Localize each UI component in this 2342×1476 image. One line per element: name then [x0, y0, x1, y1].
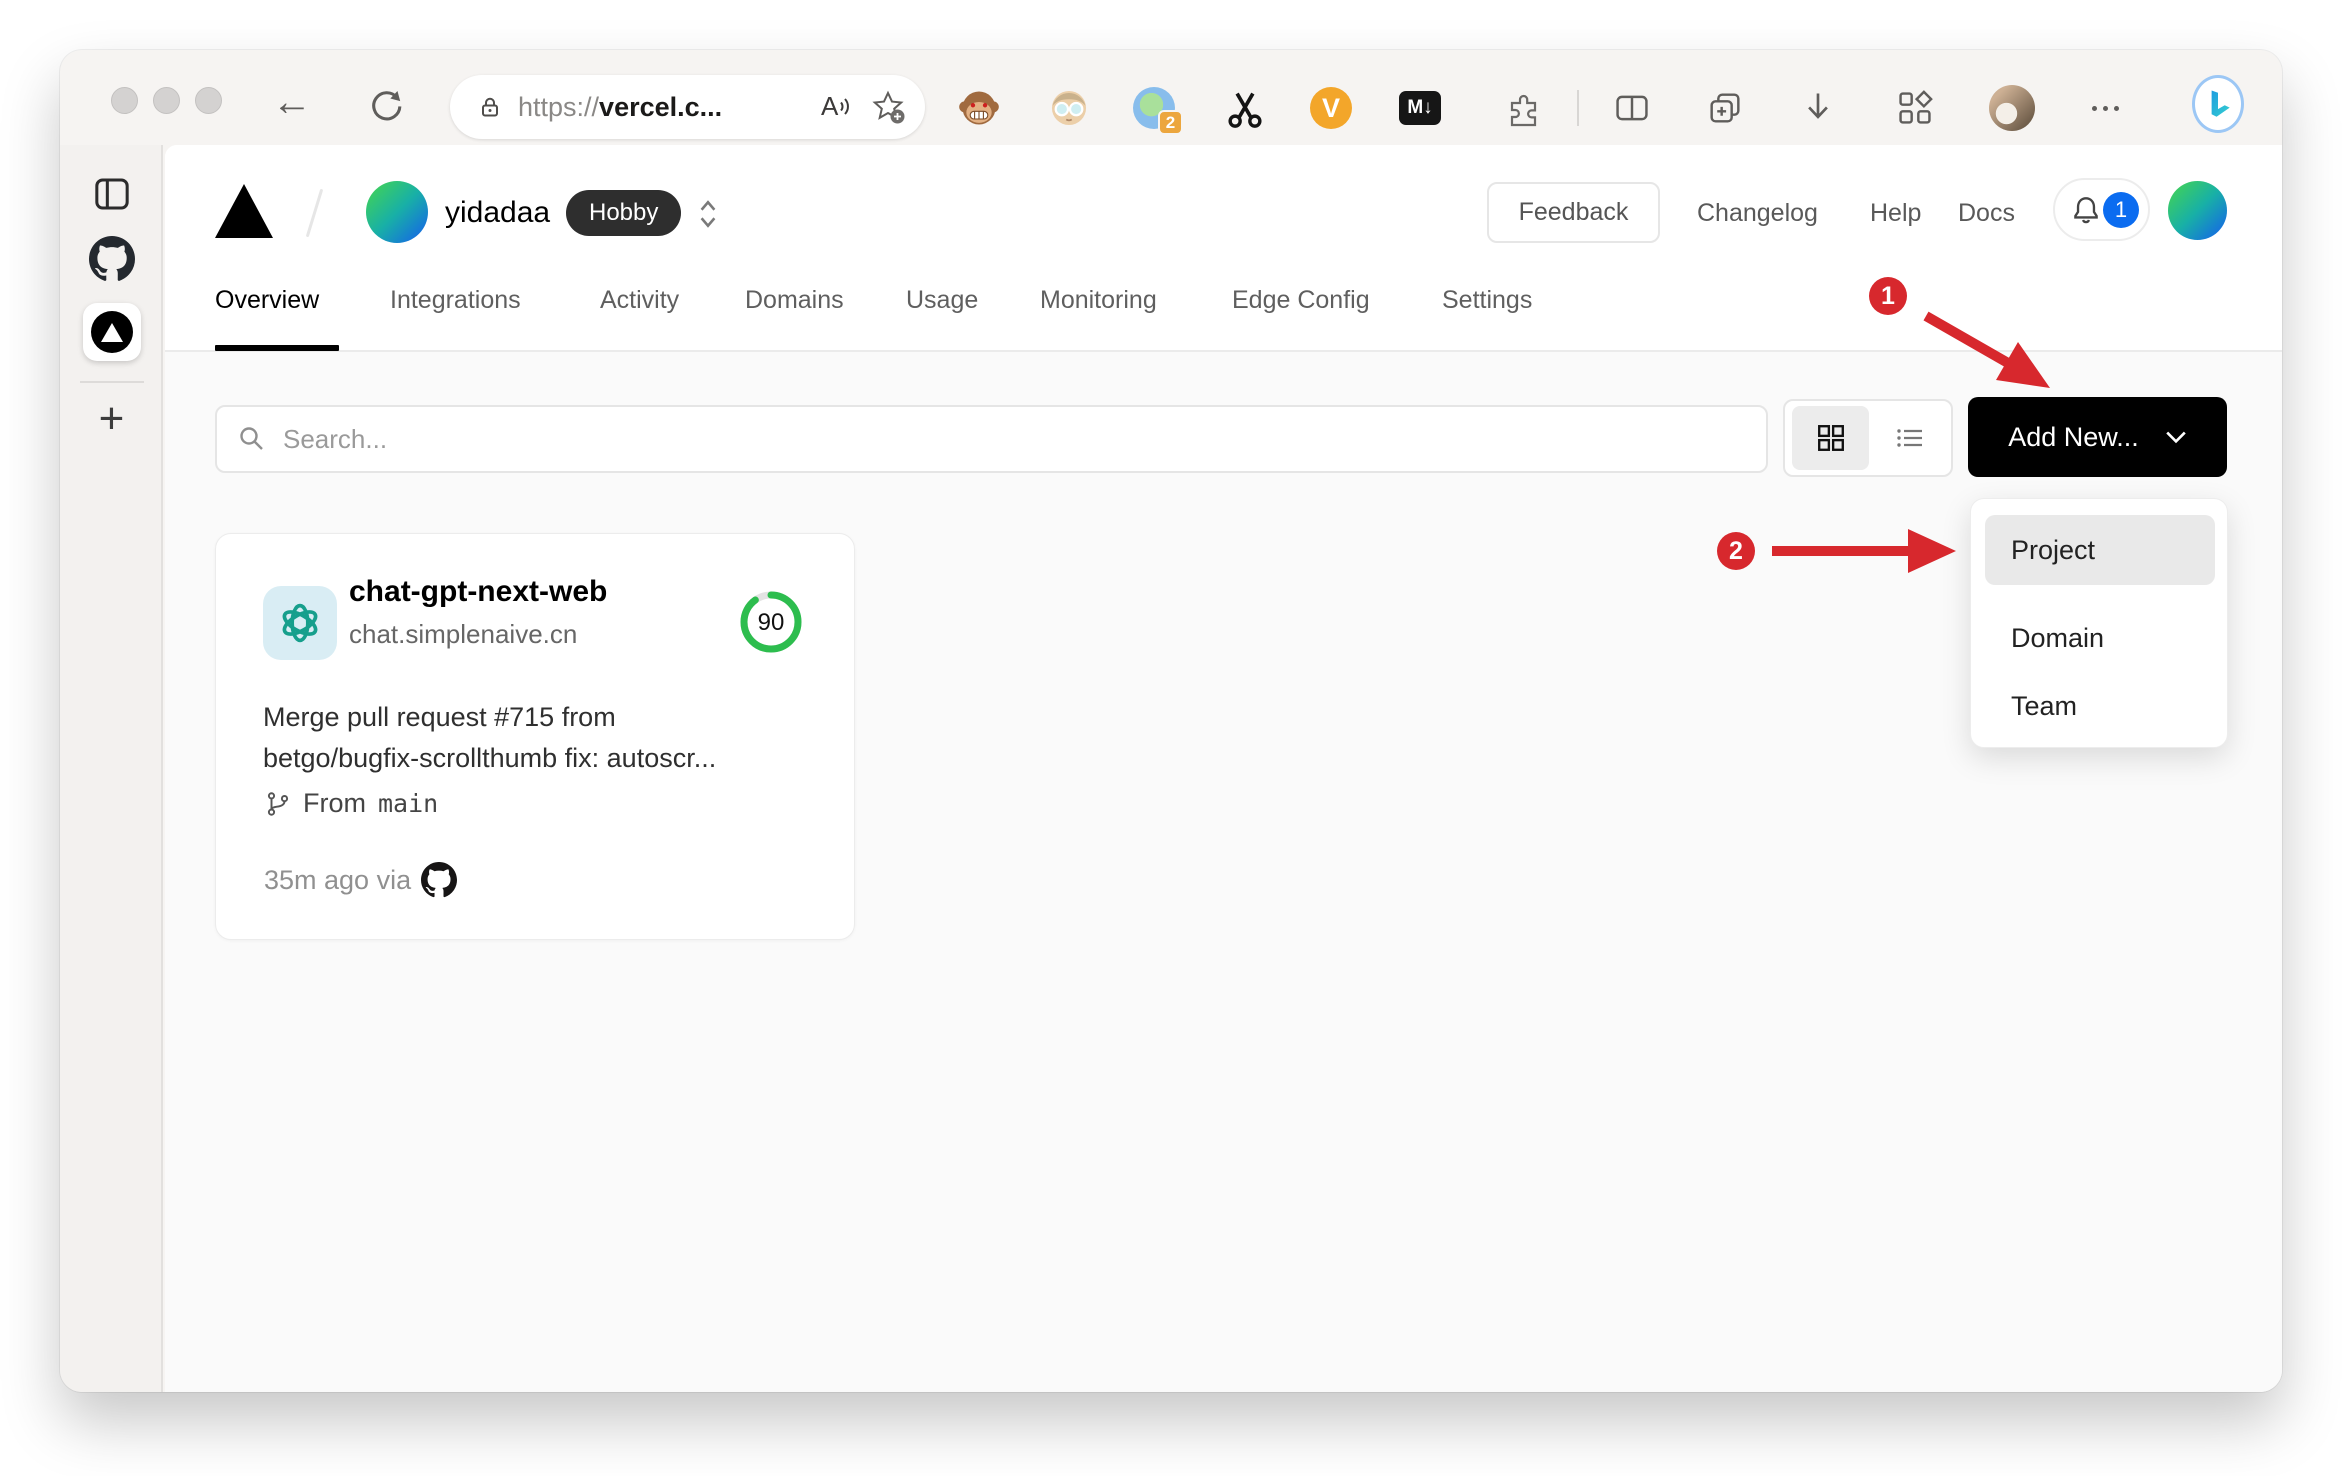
- extension-v-icon[interactable]: V: [1309, 86, 1353, 130]
- lock-icon: [482, 97, 498, 117]
- branch-row: From main: [265, 788, 438, 819]
- commit-message-line2[interactable]: betgo/bugfix-scrollthumb fix: autoscr...: [263, 741, 716, 775]
- project-logo-openai-icon: [263, 586, 337, 660]
- toolbar-divider: [1577, 90, 1579, 126]
- notification-count-badge: 1: [2103, 192, 2139, 228]
- list-view-icon: [1897, 429, 1922, 447]
- proxy-badge-count: 2: [1158, 110, 1183, 135]
- annotation-step-2: 2: [1717, 532, 1755, 570]
- tab-usage[interactable]: Usage: [906, 284, 978, 316]
- extensions-puzzle-icon[interactable]: [1499, 82, 1551, 134]
- traffic-light-zoom[interactable]: [195, 87, 222, 114]
- url-text: https://vercel.c...: [518, 92, 722, 123]
- chevron-down-icon: [2166, 431, 2186, 444]
- markdown-icon-label: M↓: [1399, 91, 1441, 125]
- reload-icon[interactable]: [366, 88, 404, 126]
- tab-monitoring[interactable]: Monitoring: [1040, 284, 1157, 316]
- project-name[interactable]: chat-gpt-next-web: [349, 575, 607, 609]
- search-bar[interactable]: [215, 405, 1768, 473]
- svg-text:A: A: [821, 91, 839, 121]
- tab-integrations[interactable]: Integrations: [390, 284, 521, 316]
- tab-settings[interactable]: Settings: [1442, 284, 1532, 316]
- annotation-step-1: 1: [1869, 277, 1907, 315]
- favorite-star-icon[interactable]: [869, 88, 907, 126]
- extension-proxy-icon[interactable]: 2: [1132, 86, 1183, 135]
- feedback-button[interactable]: Feedback: [1487, 182, 1660, 243]
- url-host: vercel.c...: [599, 91, 723, 122]
- extension-scissors-icon[interactable]: [1223, 86, 1267, 130]
- plan-badge: Hobby: [566, 190, 682, 236]
- menu-item-domain[interactable]: Domain: [1985, 603, 2215, 673]
- menu-item-project[interactable]: Project: [1985, 515, 2215, 585]
- commit-message-line1[interactable]: Merge pull request #715 from: [263, 700, 616, 734]
- apps-grid-icon[interactable]: [1889, 82, 1941, 134]
- sidebar-github-tab-icon[interactable]: [60, 236, 163, 282]
- tab-edge-config[interactable]: Edge Config: [1232, 284, 1370, 316]
- extension-person-icon[interactable]: [1047, 86, 1091, 130]
- tab-activity[interactable]: Activity: [600, 284, 679, 316]
- url-scheme: https://: [518, 91, 600, 122]
- team-switcher-icon[interactable]: [698, 198, 718, 230]
- sidebar-panel-icon[interactable]: [60, 173, 163, 215]
- branch-name: main: [378, 789, 439, 818]
- traffic-light-close[interactable]: [111, 87, 138, 114]
- nav-docs[interactable]: Docs: [1958, 196, 2015, 230]
- user-avatar[interactable]: [2168, 181, 2227, 240]
- analytics-score: 90: [758, 609, 785, 636]
- tab-overview[interactable]: Overview: [215, 284, 319, 316]
- project-domain[interactable]: chat.simplenaive.cn: [349, 619, 577, 650]
- add-new-label: Add New...: [2008, 421, 2139, 452]
- downloads-icon[interactable]: [1792, 82, 1844, 134]
- v-icon-letter: V: [1310, 87, 1352, 129]
- bing-copilot-icon[interactable]: [2192, 75, 2244, 133]
- back-icon[interactable]: ←: [272, 80, 312, 125]
- split-screen-icon[interactable]: [1606, 82, 1658, 134]
- url-bar[interactable]: https://vercel.c... A: [450, 75, 925, 139]
- extension-monkey-icon[interactable]: [957, 86, 1001, 130]
- nav-help[interactable]: Help: [1870, 196, 1921, 230]
- read-aloud-icon[interactable]: A: [819, 91, 855, 123]
- view-toggle: [1783, 399, 1953, 477]
- github-icon: [421, 862, 458, 898]
- sidebar-vercel-tab-active[interactable]: [60, 303, 163, 361]
- analytics-score-ring[interactable]: 90: [737, 588, 805, 656]
- deployment-meta: 35m ago via: [264, 862, 458, 898]
- more-menu-icon[interactable]: [2079, 82, 2131, 134]
- list-view-button[interactable]: [1869, 423, 1951, 453]
- tab-domains[interactable]: Domains: [745, 284, 844, 316]
- deployed-time: 35m ago via: [264, 864, 412, 895]
- browser-window: ← https://vercel.c... A 2 V M↓ + yidadaa…: [60, 50, 2282, 1392]
- search-input[interactable]: [283, 423, 1746, 455]
- vercel-header: [165, 145, 2282, 352]
- team-name[interactable]: yidadaa: [445, 196, 550, 230]
- menu-item-team[interactable]: Team: [1985, 671, 2215, 741]
- team-avatar[interactable]: [366, 181, 428, 243]
- project-card[interactable]: chat-gpt-next-web chat.simplenaive.cn 90…: [215, 533, 855, 940]
- profile-avatar[interactable]: [1986, 82, 2038, 134]
- search-icon: [240, 427, 263, 450]
- sidebar-new-tab-icon[interactable]: +: [60, 394, 163, 444]
- nav-changelog[interactable]: Changelog: [1697, 196, 1818, 230]
- sidebar-divider: [80, 381, 144, 383]
- active-tab-underline: [215, 345, 339, 351]
- traffic-light-minimize[interactable]: [153, 87, 180, 114]
- collections-icon[interactable]: [1699, 82, 1751, 134]
- extension-markdown-icon[interactable]: M↓: [1398, 86, 1442, 130]
- add-new-menu: Project Domain Team: [1970, 498, 2228, 748]
- bell-icon: [2074, 196, 2098, 223]
- grid-view-button[interactable]: [1792, 406, 1869, 470]
- git-branch-icon: [267, 791, 289, 816]
- grid-view-icon: [1817, 425, 1844, 451]
- add-new-button[interactable]: Add New...: [1968, 397, 2227, 477]
- branch-prefix: From: [303, 788, 366, 818]
